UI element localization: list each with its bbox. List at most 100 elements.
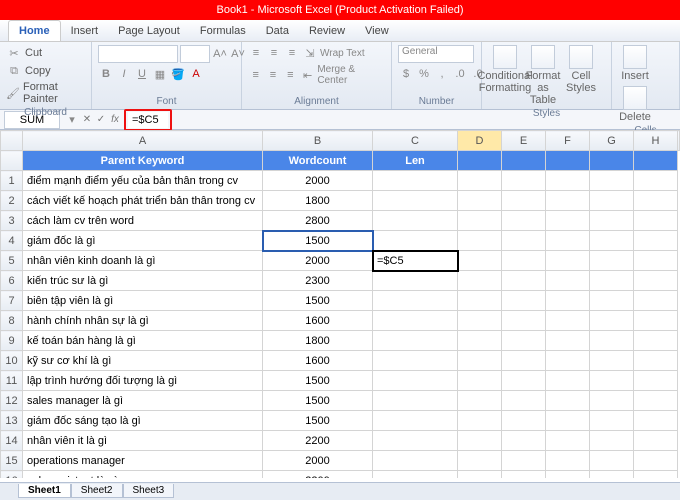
row-header: 4 [1, 231, 23, 251]
sheet-tab-3[interactable]: Sheet3 [123, 484, 175, 498]
tab-home[interactable]: Home [8, 20, 61, 41]
table-row[interactable]: 10kỹ sư cơ khí là gì1600 [1, 351, 680, 371]
group-font-label: Font [98, 94, 235, 109]
row-header: 1 [1, 171, 23, 191]
percent-icon[interactable]: % [416, 66, 432, 82]
cell-wordcount: 2200 [263, 471, 373, 479]
tab-insert[interactable]: Insert [61, 21, 109, 41]
italic-button[interactable]: I [116, 66, 132, 82]
insert-cells-button[interactable]: Insert [618, 45, 652, 82]
format-painter-button[interactable]: 🖌Format Painter [6, 81, 86, 105]
cell-keyword: operations manager [23, 451, 263, 471]
align-left-icon[interactable]: ≡ [248, 67, 263, 83]
sheet-tab-1[interactable]: Sheet1 [18, 484, 71, 498]
delete-icon [623, 86, 647, 110]
tab-view[interactable]: View [355, 21, 399, 41]
table-row[interactable]: 4giám đốc là gì1500 [1, 231, 680, 251]
align-top-icon[interactable]: ≡ [248, 45, 264, 61]
delete-cells-button[interactable]: Delete [618, 86, 652, 123]
indent-dec-icon[interactable]: ⇤ [300, 67, 315, 83]
cell-keyword: biên tập viên là gì [23, 291, 263, 311]
spreadsheet-grid[interactable]: A B C D E F G H I Parent KeywordWordcoun… [0, 130, 680, 478]
cell-wordcount: 1600 [263, 351, 373, 371]
row-header: 14 [1, 431, 23, 451]
table-row[interactable]: 7biên tập viên là gì1500 [1, 291, 680, 311]
border-button[interactable]: ▦ [152, 66, 168, 82]
align-right-icon[interactable]: ≡ [283, 67, 298, 83]
bold-button[interactable]: B [98, 66, 114, 82]
orientation-icon[interactable]: ⇲ [302, 45, 318, 61]
cell-keyword: kiến trúc sư là gì [23, 271, 263, 291]
fill-color-button[interactable]: 🪣 [170, 66, 186, 82]
cell-wordcount: 1800 [263, 191, 373, 211]
table-icon [531, 45, 555, 69]
row-header: 13 [1, 411, 23, 431]
comma-icon[interactable]: , [434, 66, 450, 82]
table-row[interactable]: 1điểm mạnh điểm yếu của bản thân trong c… [1, 171, 680, 191]
wrap-text-button[interactable]: Wrap Text [320, 48, 365, 59]
merge-center-button[interactable]: Merge & Center [317, 64, 385, 86]
font-color-button[interactable]: A [188, 66, 204, 82]
align-center-icon[interactable]: ≡ [265, 67, 280, 83]
inc-decimal-icon[interactable]: .0 [452, 66, 468, 82]
tab-review[interactable]: Review [299, 21, 355, 41]
cut-button[interactable]: ✂Cut [6, 45, 86, 61]
insert-icon [623, 45, 647, 69]
table-row[interactable]: 9kế toán bán hàng là gì1800 [1, 331, 680, 351]
cell-keyword: hành chính nhân sự là gì [23, 311, 263, 331]
table-header-row: Parent KeywordWordcountLen [1, 151, 680, 171]
tab-formulas[interactable]: Formulas [190, 21, 256, 41]
cell-styles-button[interactable]: Cell Styles [564, 45, 598, 94]
table-row[interactable]: 6kiến trúc sư là gì2300 [1, 271, 680, 291]
table-row[interactable]: 12sales manager là gì1500 [1, 391, 680, 411]
table-row[interactable]: 3cách làm cv trên word2800 [1, 211, 680, 231]
table-row[interactable]: 16sale assistant là gì2200 [1, 471, 680, 479]
col-header-i: I [678, 131, 680, 151]
conditional-formatting-button[interactable]: Conditional Formatting [488, 45, 522, 94]
table-row[interactable]: 13giám đốc sáng tạo là gì1500 [1, 411, 680, 431]
cell-wordcount: 2000 [263, 251, 373, 271]
sheet-tab-2[interactable]: Sheet2 [71, 484, 123, 498]
formula-input[interactable] [128, 112, 168, 128]
table-row[interactable]: 15operations manager2000 [1, 451, 680, 471]
format-as-table-button[interactable]: Format as Table [526, 45, 560, 106]
table-row[interactable]: 2cách viết kế hoạch phát triển bản thân … [1, 191, 680, 211]
cell-wordcount: 1500 [263, 411, 373, 431]
row-header: 12 [1, 391, 23, 411]
row-header: 16 [1, 471, 23, 479]
tab-page-layout[interactable]: Page Layout [108, 21, 190, 41]
header-wordcount: Wordcount [263, 151, 373, 171]
table-row[interactable]: 11lập trình hướng đối tượng là gì1500 [1, 371, 680, 391]
row-header: 15 [1, 451, 23, 471]
row-header: 6 [1, 271, 23, 291]
enter-formula-icon[interactable]: ✓ [94, 114, 108, 125]
cell-wordcount: 1500 [263, 231, 373, 251]
tab-data[interactable]: Data [256, 21, 299, 41]
table-row[interactable]: 14nhân viên it là gì2200 [1, 431, 680, 451]
fx-icon[interactable]: fx [108, 114, 122, 125]
table-row[interactable]: 5nhân viên kinh doanh là gì2000=$C5 [1, 251, 680, 271]
cell-wordcount: 1500 [263, 391, 373, 411]
cell-wordcount: 1800 [263, 331, 373, 351]
align-bot-icon[interactable]: ≡ [284, 45, 300, 61]
align-mid-icon[interactable]: ≡ [266, 45, 282, 61]
copy-button[interactable]: ⧉Copy [6, 63, 86, 79]
number-format-select[interactable]: General [398, 45, 474, 63]
cell-styles-icon [569, 45, 593, 69]
cell-keyword: kỹ sư cơ khí là gì [23, 351, 263, 371]
cell-wordcount: 2000 [263, 171, 373, 191]
font-family-select[interactable] [98, 45, 178, 63]
column-headers[interactable]: A B C D E F G H I [1, 131, 680, 151]
row-header: 8 [1, 311, 23, 331]
font-size-select[interactable] [180, 45, 210, 63]
cell-wordcount: 1500 [263, 371, 373, 391]
cell-wordcount: 2200 [263, 431, 373, 451]
cell-wordcount: 2800 [263, 211, 373, 231]
header-parent-keyword: Parent Keyword [23, 151, 263, 171]
cell-keyword: nhân viên it là gì [23, 431, 263, 451]
grow-font-icon[interactable]: A˄ [212, 46, 228, 62]
cell-keyword: lập trình hướng đối tượng là gì [23, 371, 263, 391]
currency-icon[interactable]: $ [398, 66, 414, 82]
table-row[interactable]: 8hành chính nhân sự là gì1600 [1, 311, 680, 331]
underline-button[interactable]: U [134, 66, 150, 82]
